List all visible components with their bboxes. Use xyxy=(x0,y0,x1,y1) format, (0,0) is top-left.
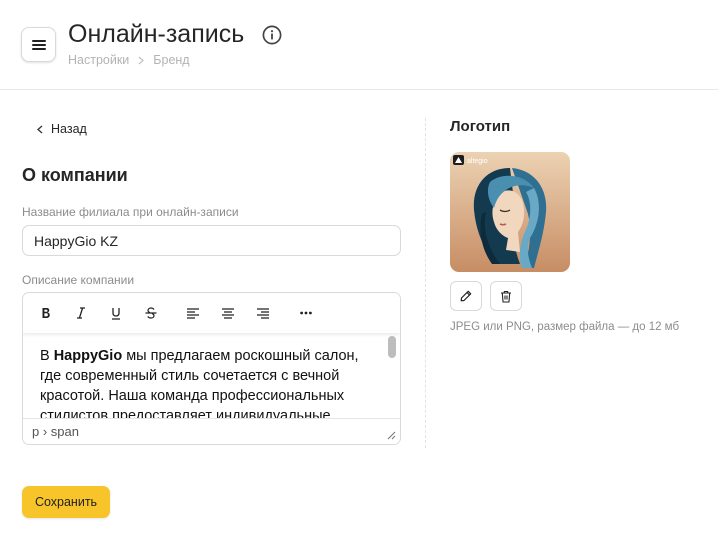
edit-logo-button[interactable] xyxy=(450,281,482,311)
editor-scrollbar[interactable] xyxy=(387,334,397,420)
description-label: Описание компании xyxy=(22,273,135,287)
description-text-start: В xyxy=(40,348,54,364)
logo-preview: altegio xyxy=(450,152,570,272)
editor-toolbar xyxy=(23,293,400,333)
resize-handle-icon[interactable] xyxy=(386,430,396,440)
menu-button[interactable] xyxy=(21,27,56,62)
back-link[interactable]: Назад xyxy=(37,122,87,136)
strikethrough-icon xyxy=(145,307,157,319)
trash-icon xyxy=(501,290,511,303)
delete-logo-button[interactable] xyxy=(490,281,522,311)
editor-statusbar: p › span xyxy=(23,418,400,444)
save-button[interactable]: Сохранить xyxy=(22,486,110,518)
bold-button[interactable] xyxy=(37,304,55,322)
column-divider xyxy=(425,118,426,448)
logo-brand-text: altegio xyxy=(467,158,488,165)
strikethrough-button[interactable] xyxy=(142,304,160,322)
description-editor[interactable]: В HappyGio мы предлагаем роскошный салон… xyxy=(22,292,401,445)
section-title: О компании xyxy=(22,165,128,185)
info-icon[interactable] xyxy=(262,25,282,45)
logo-hint: JPEG или PNG, размер файла — до 12 мб xyxy=(450,321,680,333)
back-label: Назад xyxy=(51,122,87,136)
align-center-button[interactable] xyxy=(219,304,237,322)
breadcrumb-item-settings[interactable]: Настройки xyxy=(68,53,129,67)
hamburger-icon xyxy=(31,39,46,50)
scrollbar-thumb[interactable] xyxy=(388,336,396,358)
breadcrumb: Настройки Бренд xyxy=(68,53,190,67)
align-right-button[interactable] xyxy=(254,304,272,322)
italic-button[interactable] xyxy=(72,304,90,322)
chevron-left-icon xyxy=(37,125,43,133)
description-text-bold: HappyGio xyxy=(53,348,123,364)
branch-name-label: Название филиала при онлайн-записи xyxy=(22,205,239,219)
logo-image: altegio xyxy=(450,152,570,272)
more-icon xyxy=(300,311,312,315)
editor-content[interactable]: В HappyGio мы предлагаем роскошный салон… xyxy=(23,334,385,420)
italic-icon xyxy=(77,307,85,319)
logo-title: Логотип xyxy=(450,118,511,135)
more-button[interactable] xyxy=(297,304,315,322)
pencil-icon xyxy=(460,290,472,302)
breadcrumb-item-brand: Бренд xyxy=(153,53,190,67)
underline-button[interactable] xyxy=(107,304,125,322)
element-path: p › span xyxy=(32,424,79,439)
branch-name-input[interactable] xyxy=(22,225,401,256)
align-left-icon xyxy=(187,307,199,319)
page-title: Онлайн-запись xyxy=(68,20,245,48)
align-center-icon xyxy=(222,307,234,319)
bold-icon xyxy=(42,308,50,318)
page-header: Онлайн-запись Настройки Бренд xyxy=(0,0,718,90)
chevron-right-icon xyxy=(138,56,145,64)
align-left-button[interactable] xyxy=(184,304,202,322)
underline-icon xyxy=(112,307,120,320)
align-right-icon xyxy=(257,307,269,319)
